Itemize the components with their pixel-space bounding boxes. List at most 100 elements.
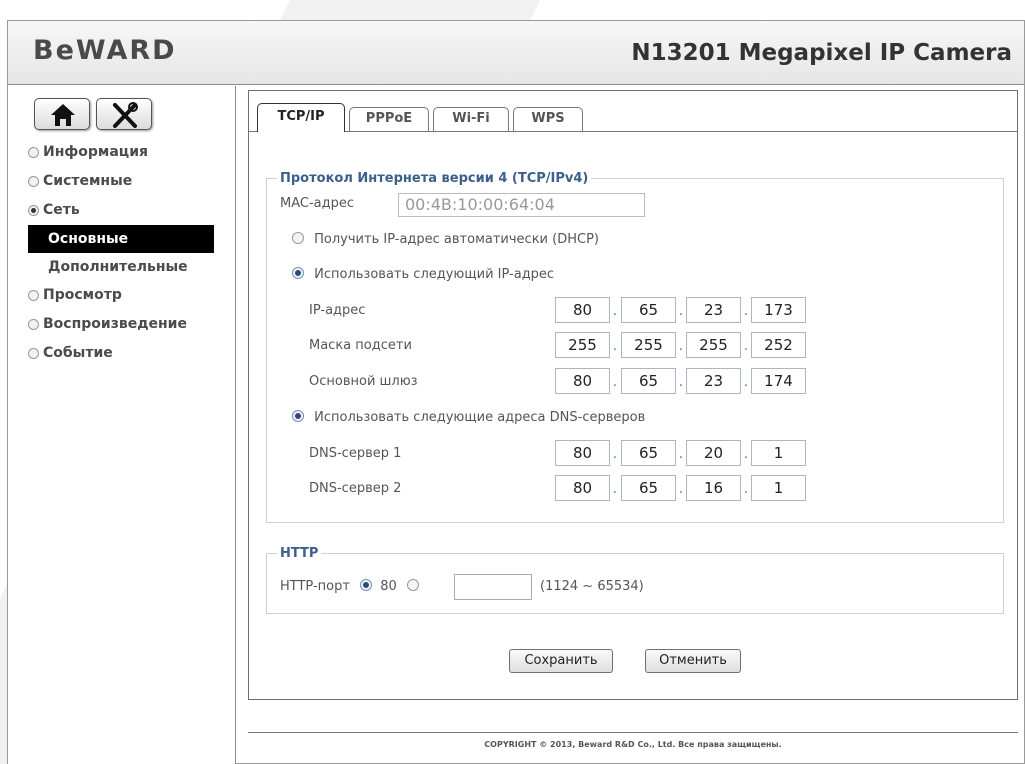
settings-button[interactable] — [96, 98, 152, 130]
mask-octet-3[interactable]: 255 — [686, 332, 741, 358]
dns1-row: 80 . 65 . 20 . 1 — [249, 440, 1019, 466]
octet-separator: . — [678, 375, 684, 390]
footer-divider — [248, 732, 1018, 733]
octet-separator: . — [678, 447, 684, 462]
dns2-octet-2[interactable]: 65 — [621, 475, 676, 501]
octet-separator: . — [612, 304, 618, 319]
dns1-octet-4[interactable]: 1 — [751, 440, 806, 466]
octet-separator: . — [612, 447, 618, 462]
ip-octet-1[interactable]: 80 — [555, 297, 610, 323]
sidebar: Информация Системные Сеть Основные Допол… — [8, 86, 236, 764]
ip-octet-3[interactable]: 23 — [686, 297, 741, 323]
collapsed-bullet-icon — [28, 147, 39, 158]
menu-item-label: Событие — [43, 345, 113, 361]
subnet-mask-row: 255 . 255 . 255 . 252 — [249, 332, 1019, 358]
http-port-range-hint: (1124 ~ 65534) — [540, 579, 644, 594]
octet-separator: . — [743, 375, 749, 390]
cancel-button[interactable]: Отменить — [645, 649, 741, 673]
dhcp-label: Получить IP-адрес автоматически (DHCP) — [314, 232, 599, 247]
ip-octet-4[interactable]: 173 — [751, 297, 806, 323]
ip-octet-2[interactable]: 65 — [621, 297, 676, 323]
dhcp-option[interactable]: Получить IP-адрес автоматически (DHCP) — [292, 227, 599, 253]
dns1-octet-1[interactable]: 80 — [555, 440, 610, 466]
static-ip-label: Использовать следующий IP-адрес — [314, 267, 555, 282]
static-ip-option[interactable]: Использовать следующий IP-адрес — [292, 262, 554, 288]
mask-octet-1[interactable]: 255 — [555, 332, 610, 358]
home-icon — [51, 104, 75, 126]
menu-item-label: Дополнительные — [48, 259, 188, 275]
menu-item-network[interactable]: Сеть — [28, 196, 234, 225]
octet-separator: . — [743, 447, 749, 462]
dhcp-radio[interactable] — [292, 232, 304, 244]
dns2-octet-3[interactable]: 16 — [686, 475, 741, 501]
dns-manual-radio[interactable] — [292, 410, 304, 422]
octet-separator: . — [612, 482, 618, 497]
menu-item-system[interactable]: Системные — [28, 167, 234, 196]
gateway-octet-4[interactable]: 174 — [751, 368, 806, 394]
tab-pppoe[interactable]: PPPoE — [349, 107, 429, 131]
gateway-octet-2[interactable]: 65 — [621, 368, 676, 394]
octet-separator: . — [612, 339, 618, 354]
mask-octet-4[interactable]: 252 — [751, 332, 806, 358]
camera-model-title: N13201 Megapixel IP Camera — [631, 40, 1012, 66]
dns2-octet-4[interactable]: 1 — [751, 475, 806, 501]
submenu-item-basic[interactable]: Основные — [28, 225, 214, 253]
home-button[interactable] — [34, 98, 90, 130]
header: BeWARD N13201 Megapixel IP Camera — [8, 21, 1024, 85]
octet-separator: . — [612, 375, 618, 390]
menu-item-label: Сеть — [43, 202, 80, 218]
gateway-row: 80 . 65 . 23 . 174 — [249, 368, 1019, 394]
main-menu: Информация Системные Сеть Основные Допол… — [28, 138, 234, 368]
menu-item-event[interactable]: Событие — [28, 339, 234, 368]
dns1-octet-3[interactable]: 20 — [686, 440, 741, 466]
http-port-row: HTTP-порт 80 — [280, 574, 419, 600]
octet-separator: . — [678, 304, 684, 319]
collapsed-bullet-icon — [28, 290, 39, 301]
menu-item-view[interactable]: Просмотр — [28, 281, 234, 310]
octet-separator: . — [678, 482, 684, 497]
http-custom-port-radio[interactable] — [406, 579, 419, 591]
mask-octet-2[interactable]: 255 — [621, 332, 676, 358]
dns2-octet-1[interactable]: 80 — [555, 475, 610, 501]
mac-address-field: 00:4B:10:00:64:04 — [398, 193, 645, 217]
http-default-port-value: 80 — [380, 579, 397, 594]
octet-separator: . — [743, 339, 749, 354]
http-custom-port-input[interactable] — [454, 574, 532, 600]
octet-separator: . — [678, 339, 684, 354]
gateway-octet-1[interactable]: 80 — [555, 368, 610, 394]
ipv4-legend: Протокол Интернета версии 4 (TCP/IPv4) — [280, 171, 589, 186]
collapsed-bullet-icon — [28, 176, 39, 187]
gateway-octet-3[interactable]: 23 — [686, 368, 741, 394]
menu-item-label: Системные — [43, 173, 133, 189]
menu-item-info[interactable]: Информация — [28, 138, 234, 167]
menu-item-label: Информация — [43, 144, 148, 160]
dns2-row: 80 . 65 . 16 . 1 — [249, 475, 1019, 501]
submenu-item-advanced[interactable]: Дополнительные — [28, 253, 234, 281]
http-legend: HTTP — [280, 546, 319, 561]
http-port-label: HTTP-порт — [280, 579, 350, 594]
collapsed-bullet-icon — [28, 319, 39, 330]
dns1-octet-2[interactable]: 65 — [621, 440, 676, 466]
tools-icon — [113, 102, 138, 128]
tab-divider — [249, 131, 1017, 132]
http-default-port-radio[interactable] — [360, 579, 373, 591]
expanded-bullet-icon — [28, 205, 39, 216]
ip-address-row: 80 . 65 . 23 . 173 — [249, 297, 1019, 323]
tab-wps[interactable]: WPS — [513, 107, 583, 131]
copyright-footer: COPYRIGHT © 2013, Beward R&D Co., Ltd. В… — [484, 740, 782, 749]
tab-wifi[interactable]: Wi-Fi — [433, 107, 509, 131]
settings-panel: TCP/IP PPPoE Wi-Fi WPS Протокол Интернет… — [248, 90, 1018, 700]
static-ip-radio[interactable] — [292, 267, 304, 279]
mac-label: MAC-адрес — [280, 196, 355, 211]
menu-item-playback[interactable]: Воспроизведение — [28, 310, 234, 339]
mac-row: MAC-адрес 00:4B:10:00:64:04 — [280, 191, 680, 217]
dns-manual-label: Использовать следующие адреса DNS-сервер… — [314, 410, 646, 425]
tab-tcpip[interactable]: TCP/IP — [257, 103, 345, 132]
save-button[interactable]: Сохранить — [509, 649, 613, 673]
menu-item-label: Воспроизведение — [43, 316, 187, 332]
collapsed-bullet-icon — [28, 348, 39, 359]
brand-logo: BeWARD — [33, 35, 177, 66]
menu-item-label: Просмотр — [43, 287, 122, 303]
octet-separator: . — [743, 304, 749, 319]
dns-manual-option[interactable]: Использовать следующие адреса DNS-сервер… — [292, 405, 645, 431]
